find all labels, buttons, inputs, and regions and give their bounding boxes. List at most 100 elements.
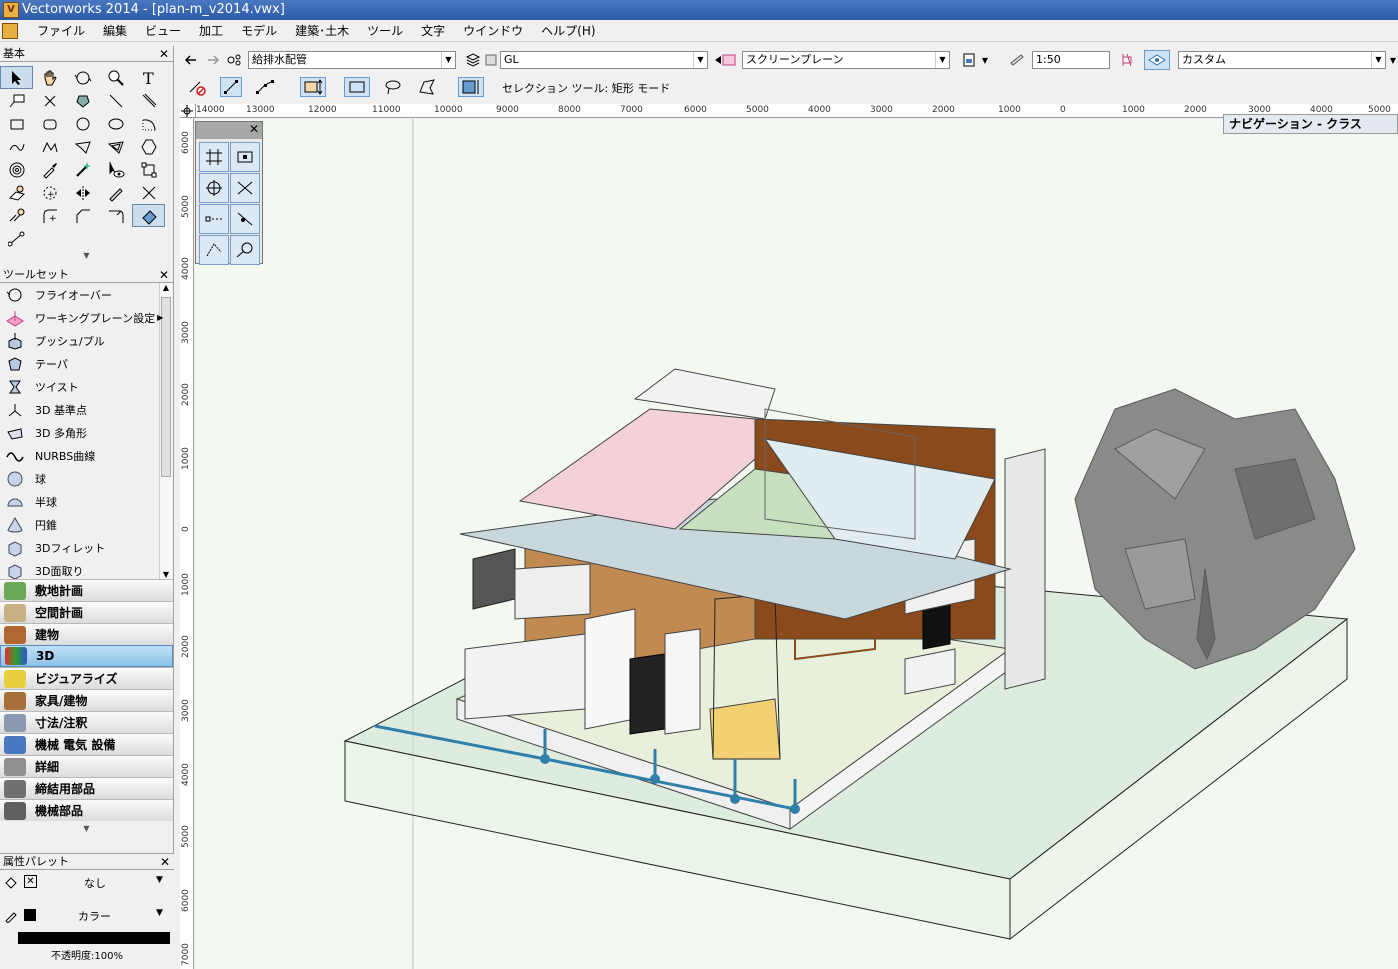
- reshape-tool-icon[interactable]: [132, 158, 165, 181]
- snap-to-tangent-icon[interactable]: [230, 204, 260, 234]
- selection-preferences-icon[interactable]: [458, 77, 484, 97]
- transform-mode-icon[interactable]: [300, 77, 326, 97]
- category-space-planning[interactable]: 空間計画: [0, 601, 173, 623]
- vertical-ruler[interactable]: 6000 5000 4000 3000 2000 1000 0 1000 200…: [180, 118, 194, 969]
- menu-modify[interactable]: 加工: [190, 23, 232, 39]
- locus-tool-icon[interactable]: [33, 89, 66, 112]
- menu-tools[interactable]: ツール: [358, 23, 412, 39]
- flyover-tool-icon[interactable]: [66, 66, 99, 89]
- layer-options-icon[interactable]: [480, 50, 502, 70]
- tool-push-pull[interactable]: プッシュ/プル: [0, 329, 173, 352]
- close-icon[interactable]: ✕: [159, 267, 169, 283]
- tool-sphere[interactable]: 球: [0, 467, 173, 490]
- eraser-tool-icon[interactable]: [132, 204, 165, 227]
- freehand-tool-icon[interactable]: [0, 135, 33, 158]
- tool-nurbs-curve[interactable]: NURBS曲線: [0, 444, 173, 467]
- basic-palette-scroll-down[interactable]: ▼: [0, 250, 173, 262]
- render-mode-icon[interactable]: [1116, 50, 1138, 70]
- tool-3d-polygon[interactable]: 3D 多角形: [0, 421, 173, 444]
- double-polygon-tool-icon[interactable]: [99, 135, 132, 158]
- category-machine-parts[interactable]: 機械部品: [0, 799, 173, 821]
- active-layer-select[interactable]: GL ▼: [500, 51, 708, 69]
- zoom-tool-icon[interactable]: [99, 66, 132, 89]
- menu-aec[interactable]: 建築･土木: [286, 23, 358, 39]
- rectangle-marquee-icon[interactable]: [344, 77, 370, 97]
- back-arrow-icon[interactable]: [180, 50, 202, 70]
- double-line-tool-icon[interactable]: [132, 89, 165, 112]
- drawing-area[interactable]: [195, 119, 1398, 969]
- working-plane-icon[interactable]: [712, 50, 740, 70]
- arc-tool-icon[interactable]: [132, 112, 165, 135]
- more-icon[interactable]: ▼: [1388, 50, 1398, 70]
- fill-none-swatch[interactable]: ✕: [24, 875, 37, 888]
- category-site-planning[interactable]: 敷地計画: [0, 579, 173, 601]
- pen-style-value[interactable]: カラー: [78, 908, 111, 924]
- menu-help[interactable]: ヘルプ(H): [532, 23, 604, 39]
- scale-ruler-icon[interactable]: [1006, 50, 1028, 70]
- category-fasteners[interactable]: 締結用部品: [0, 777, 173, 799]
- menu-text[interactable]: 文字: [412, 23, 454, 39]
- category-detail[interactable]: 詳細: [0, 755, 173, 777]
- line-weight-bar[interactable]: [18, 932, 170, 944]
- menu-view[interactable]: ビュー: [136, 23, 190, 39]
- navigation-palette[interactable]: ナビゲーション - クラス: [1223, 114, 1398, 134]
- visibility-tool-icon[interactable]: [99, 158, 132, 181]
- selection-tool-icon[interactable]: [0, 66, 33, 89]
- regular-polygon-tool-icon[interactable]: [132, 135, 165, 158]
- lasso-marquee-icon[interactable]: [382, 77, 404, 97]
- snap-to-distance-icon[interactable]: [199, 235, 229, 265]
- mirror-tool-icon[interactable]: [66, 181, 99, 204]
- smart-edge-icon[interactable]: [199, 204, 229, 234]
- rotate-tool-icon[interactable]: +: [33, 181, 66, 204]
- pen-dropdown-icon[interactable]: ▼: [156, 908, 163, 918]
- multiple-object-scaling-icon[interactable]: [254, 77, 276, 97]
- pen-color-swatch[interactable]: [24, 909, 36, 921]
- tool-3d-locus[interactable]: 3D 基準点: [0, 398, 173, 421]
- fill-style-value[interactable]: なし: [84, 875, 106, 891]
- attribute-mapping-tool-icon[interactable]: [0, 181, 33, 204]
- disable-interactive-scaling-icon[interactable]: [186, 77, 208, 97]
- rectangle-tool-icon[interactable]: [0, 112, 33, 135]
- circle-tool-icon[interactable]: [66, 112, 99, 135]
- close-icon[interactable]: ✕: [159, 46, 169, 62]
- oval-tool-icon[interactable]: [99, 112, 132, 135]
- category-building[interactable]: 建物: [0, 623, 173, 645]
- layer-scale-field[interactable]: 1:50: [1032, 51, 1110, 69]
- class-icon[interactable]: [224, 50, 246, 70]
- menu-edit[interactable]: 編集: [94, 23, 136, 39]
- tool-hemisphere[interactable]: 半球: [0, 490, 173, 513]
- category-3d[interactable]: 3D: [0, 645, 173, 667]
- menu-window[interactable]: ウインドウ: [454, 23, 532, 39]
- toolset-scroll-down[interactable]: ▼: [0, 823, 173, 835]
- tool-twist[interactable]: ツイスト: [0, 375, 173, 398]
- single-object-scaling-icon[interactable]: [220, 77, 242, 97]
- symbol-tool-icon[interactable]: [66, 89, 99, 112]
- ruler-origin[interactable]: [180, 104, 196, 118]
- menu-file[interactable]: ファイル: [28, 23, 94, 39]
- callout-tool-icon[interactable]: [0, 89, 33, 112]
- eyedropper-tool-icon[interactable]: [33, 158, 66, 181]
- 3d-model-view[interactable]: [195, 119, 1398, 969]
- category-mep[interactable]: 機械 電気 設備: [0, 733, 173, 755]
- tool-3d-fillet[interactable]: 3Dフィレット: [0, 536, 173, 559]
- smart-point-icon[interactable]: [230, 173, 260, 203]
- connect-tool-icon[interactable]: [99, 204, 132, 227]
- active-class-select[interactable]: 給排水配管 ▼: [248, 51, 456, 69]
- document-icon[interactable]: [2, 23, 18, 39]
- snap-to-angle-icon[interactable]: [199, 173, 229, 203]
- trim-tool-icon[interactable]: [132, 181, 165, 204]
- tool-taper[interactable]: テーパ: [0, 352, 173, 375]
- forward-arrow-icon[interactable]: [202, 50, 224, 70]
- horizontal-ruler[interactable]: 14000 13000 12000 11000 10000 9000 8000 …: [196, 104, 1398, 118]
- chamfer-tool-icon[interactable]: [66, 204, 99, 227]
- snap-to-grid-icon[interactable]: [199, 142, 229, 172]
- text-tool-icon[interactable]: T: [132, 66, 165, 89]
- polyline-tool-icon[interactable]: [33, 135, 66, 158]
- menu-model[interactable]: モデル: [232, 23, 286, 39]
- fill-dropdown-icon[interactable]: ▼: [156, 875, 163, 885]
- page-setup-icon[interactable]: [958, 50, 980, 70]
- offset-tool-icon[interactable]: [0, 204, 33, 227]
- tool-working-plane[interactable]: ワーキングプレーン設定 ▶: [0, 306, 173, 329]
- tool-cone[interactable]: 円錐: [0, 513, 173, 536]
- tool-3d-chamfer[interactable]: 3D面取り: [0, 559, 173, 579]
